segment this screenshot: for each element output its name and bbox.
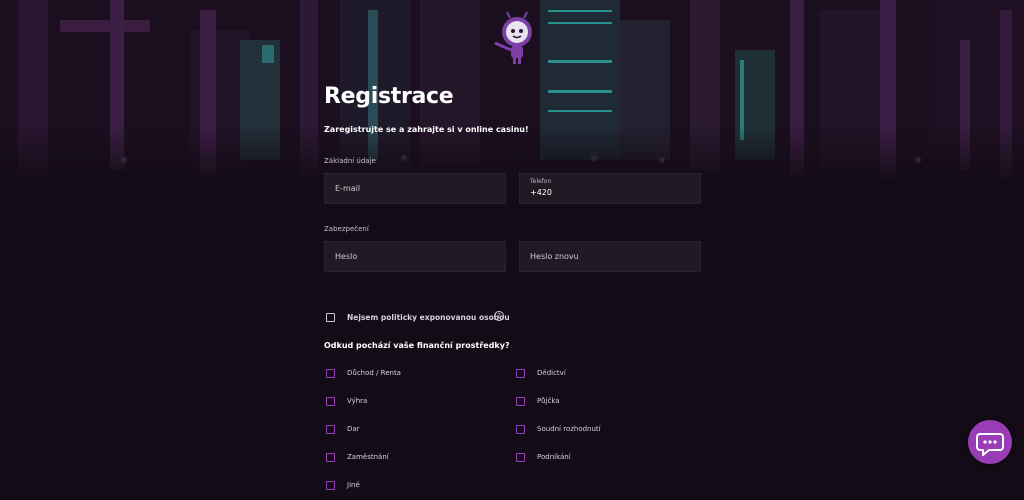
funds-checkbox-winnings[interactable] [326,397,335,406]
funds-option-label: Soudní rozhodnutí [537,425,601,433]
funds-checkbox-other[interactable] [326,481,335,490]
phone-prefix: +420 [530,188,552,197]
funds-question: Odkud pochází vaše finanční prostředky? [324,341,510,350]
funds-checkbox-inheritance[interactable] [516,369,525,378]
chat-bubble-icon [976,433,1004,456]
email-field[interactable]: E-mail [324,173,506,204]
security-section-label: Zabezpečení [324,225,369,233]
funds-option-label: Zaměstnání [347,453,389,461]
funds-option-label: Půjčka [537,397,560,405]
question-circle-icon[interactable]: ? [494,311,504,321]
funds-option-label: Dar [347,425,360,433]
funds-option-label: Podnikání [537,453,571,461]
email-placeholder: E-mail [335,184,361,193]
page-subtitle: Zaregistrujte se a zahrajte si v online … [324,125,529,134]
funds-checkbox-pension[interactable] [326,369,335,378]
funds-option-label: Výhra [347,397,368,405]
password-field[interactable]: Heslo [324,241,506,272]
funds-checkbox-gift[interactable] [326,425,335,434]
funds-option-label: Důchod / Renta [347,369,401,377]
funds-checkbox-court-decision[interactable] [516,425,525,434]
funds-option-label: Dědictví [537,369,566,377]
pep-checkbox[interactable] [326,313,335,322]
phone-field[interactable]: Telefon +420 [519,173,701,204]
password-again-placeholder: Heslo znovu [530,252,579,261]
basic-section-label: Základní údaje [324,157,376,165]
pep-label: Nejsem politicky exponovanou osobou [347,313,510,322]
funds-checkbox-business[interactable] [516,453,525,462]
robot-mascot-icon [494,11,532,64]
chat-button[interactable] [968,420,1012,464]
funds-option-label: Jiné [347,481,360,489]
phone-label: Telefon [530,178,552,185]
hero-background [0,0,1024,185]
funds-checkbox-loan[interactable] [516,397,525,406]
password-again-field[interactable]: Heslo znovu [519,241,701,272]
password-placeholder: Heslo [335,252,358,261]
page-title: Registrace [324,84,454,109]
funds-checkbox-employment[interactable] [326,453,335,462]
